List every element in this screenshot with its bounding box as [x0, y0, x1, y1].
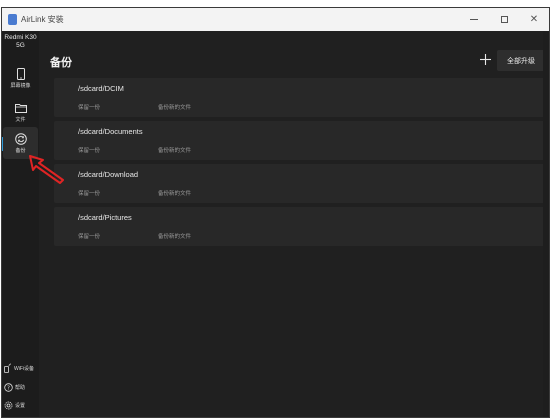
folder-path: /sdcard/Pictures [78, 213, 132, 222]
folder-icon [14, 102, 27, 114]
maximize-button[interactable] [489, 8, 519, 31]
annotation-arrow-icon [29, 155, 64, 184]
phone-icon [15, 67, 27, 80]
sidebar-item-wifi-device[interactable]: WiFi设备 [4, 362, 38, 376]
close-button[interactable]: ✕ [519, 8, 549, 31]
title-bar: AirLink 安装 ✕ [2, 8, 549, 31]
sidebar-item-label: WiFi设备 [14, 366, 34, 372]
sidebar-item-label: 文件 [15, 116, 26, 123]
scrollbar[interactable] [543, 31, 549, 417]
sidebar-item-label: 备份 [15, 147, 26, 154]
retention-mode: 保留一份 [78, 148, 101, 154]
sidebar-item-settings[interactable]: 设置 [4, 399, 38, 413]
sidebar-item-label: 屏幕镜像 [10, 82, 31, 89]
sidebar-item-label: 设置 [15, 403, 26, 409]
settings-icon [4, 397, 13, 415]
help-icon: ? [4, 379, 13, 397]
sidebar-item-label: 帮助 [15, 385, 26, 391]
backup-scope: 备份新的文件 [158, 105, 192, 111]
backup-scope: 备份新的文件 [158, 148, 192, 154]
backup-list: /sdcard/DCIM 保留一份 备份新的文件 /sdcard/Documen… [54, 78, 549, 250]
minimize-icon [470, 19, 478, 20]
close-icon: ✕ [529, 14, 539, 25]
list-item[interactable]: /sdcard/Documents 保留一份 备份新的文件 [54, 121, 549, 160]
sidebar: Redmi K30 5G 屏幕镜像 文件 备份 WiFi设备 ? 帮助 设置 [2, 31, 39, 417]
list-item[interactable]: /sdcard/DCIM 保留一份 备份新的文件 [54, 78, 549, 117]
app-logo-icon [8, 14, 17, 25]
list-item[interactable]: /sdcard/Pictures 保留一份 备份新的文件 [54, 207, 549, 246]
sidebar-item-screen-mirror[interactable]: 屏幕镜像 [3, 62, 38, 94]
app-window: AirLink 安装 ✕ Redmi K30 5G 屏幕镜像 文件 备份 WiF… [1, 7, 550, 418]
wifi-device-icon [4, 360, 12, 378]
main-panel: 备份 全部升级 /sdcard/DCIM 保留一份 备份新的文件 /sdcard… [39, 31, 549, 417]
add-backup-button[interactable] [475, 50, 496, 71]
list-item[interactable]: /sdcard/Download 保留一份 备份新的文件 [54, 164, 549, 203]
plus-icon [480, 52, 491, 70]
page-title: 备份 [50, 57, 72, 69]
maximize-icon [500, 16, 508, 23]
sync-icon [14, 132, 27, 145]
folder-path: /sdcard/DCIM [78, 84, 124, 93]
retention-mode: 保留一份 [78, 234, 101, 240]
folder-path: /sdcard/Documents [78, 127, 143, 136]
sidebar-item-files[interactable]: 文件 [3, 96, 38, 128]
retention-mode: 保留一份 [78, 105, 101, 111]
upgrade-all-button[interactable]: 全部升级 [497, 50, 545, 71]
minimize-button[interactable] [459, 8, 489, 31]
folder-path: /sdcard/Download [78, 170, 139, 179]
backup-scope: 备份新的文件 [158, 234, 192, 240]
backup-scope: 备份新的文件 [158, 191, 192, 197]
retention-mode: 保留一份 [78, 191, 101, 197]
svg-text:?: ? [7, 386, 10, 392]
sidebar-item-help[interactable]: ? 帮助 [4, 381, 38, 395]
window-title: AirLink 安装 [21, 15, 64, 24]
device-name: Redmi K30 5G [4, 34, 37, 49]
